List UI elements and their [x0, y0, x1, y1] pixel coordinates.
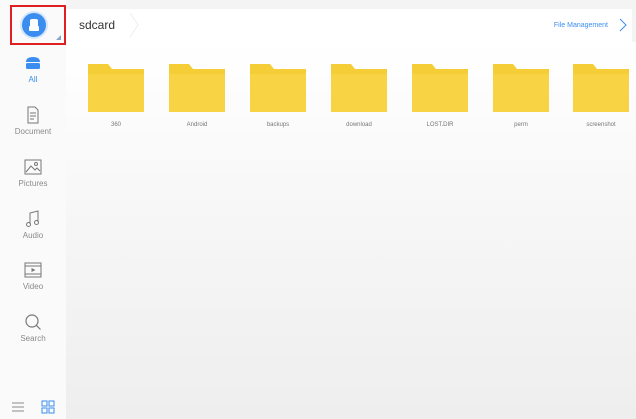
all-files-icon	[26, 57, 40, 69]
sidebar-item-label: Document	[14, 127, 52, 136]
sidebar-item-label: Audio	[22, 231, 44, 240]
picture-icon	[24, 159, 42, 175]
video-icon	[24, 262, 42, 278]
header-bar: sdcard File Management	[66, 9, 632, 42]
sidebar-item-video[interactable]: Video	[0, 260, 66, 291]
sidebar-item-label: All	[28, 75, 38, 84]
folder-icon	[169, 64, 225, 112]
sidebar-item-audio[interactable]: Audio	[0, 209, 66, 240]
sidebar-item-label: Search	[20, 334, 46, 343]
sidebar-item-label: Pictures	[18, 179, 48, 188]
sidebar-item-all[interactable]: All	[0, 53, 66, 84]
folder-icon	[412, 64, 468, 112]
folder-grid: 360 Android backups download LOST.DIR pe…	[66, 42, 636, 419]
breadcrumb-separator-icon	[129, 13, 139, 37]
sidebar-item-label: Video	[22, 282, 44, 291]
folder-item[interactable]: 360	[88, 64, 144, 128]
folder-icon	[250, 64, 306, 112]
folder-item[interactable]: backups	[250, 64, 306, 128]
folder-name: LOST.DIR	[426, 122, 454, 128]
storage-selector-button[interactable]	[10, 5, 66, 45]
music-note-icon	[26, 210, 39, 227]
grid-view-icon[interactable]	[41, 400, 55, 414]
folder-name: perm	[514, 122, 528, 128]
folder-icon	[573, 64, 629, 112]
file-management-link[interactable]: File Management	[554, 9, 608, 42]
folder-icon	[88, 64, 144, 112]
folder-item[interactable]: LOST.DIR	[412, 64, 468, 128]
folder-name: download	[346, 122, 372, 128]
storage-icon	[22, 13, 46, 37]
folder-item[interactable]: download	[331, 64, 387, 128]
dropdown-corner-icon	[56, 35, 61, 40]
folder-name: screenshot	[586, 122, 616, 128]
folder-item[interactable]: Android	[169, 64, 225, 128]
folder-name: 360	[110, 122, 121, 128]
folder-name: Android	[186, 122, 208, 128]
folder-icon	[493, 64, 549, 112]
sidebar-item-search[interactable]: Search	[0, 312, 66, 343]
document-icon	[27, 106, 39, 124]
list-view-icon[interactable]	[11, 400, 25, 414]
search-icon	[25, 314, 41, 330]
breadcrumb-sdcard[interactable]: sdcard	[66, 9, 131, 42]
sidebar: All Document Pictures Audio Video Search	[0, 0, 66, 419]
sidebar-item-document[interactable]: Document	[0, 105, 66, 136]
chevron-right-icon[interactable]	[616, 18, 630, 32]
folder-icon	[331, 64, 387, 112]
folder-item[interactable]: perm	[493, 64, 549, 128]
folder-name: backups	[266, 122, 290, 128]
sidebar-item-pictures[interactable]: Pictures	[0, 157, 66, 188]
folder-item[interactable]: screenshot	[573, 64, 629, 128]
